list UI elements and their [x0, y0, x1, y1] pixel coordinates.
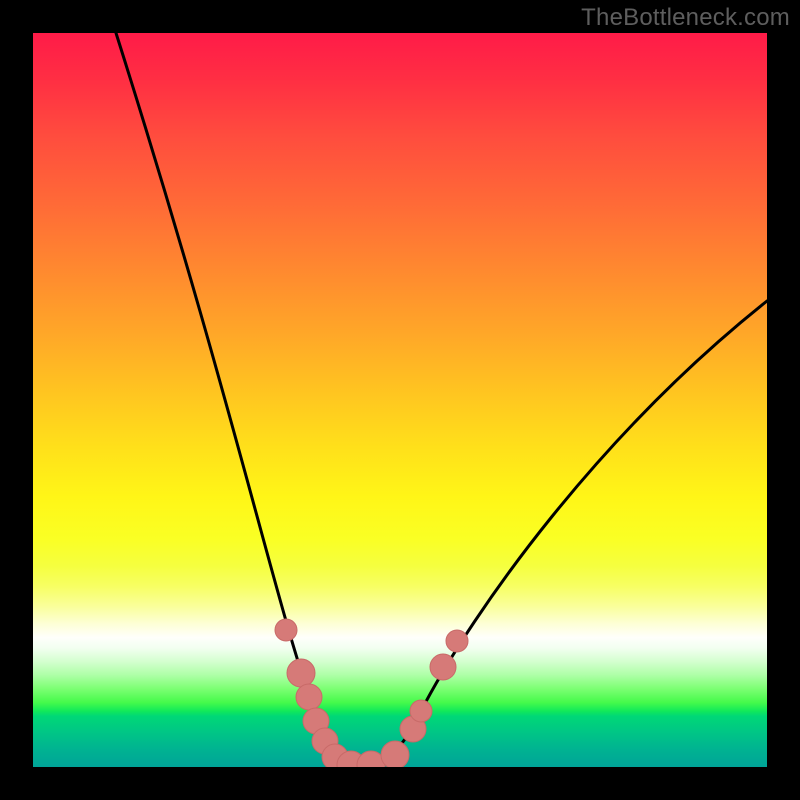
watermark-text: TheBottleneck.com [581, 4, 790, 32]
marker-dot [287, 659, 315, 687]
marker-dot [430, 654, 456, 680]
plot-area [33, 33, 767, 767]
marker-dot [381, 741, 409, 767]
curve-markers [275, 619, 468, 767]
marker-dot [275, 619, 297, 641]
chart-overlay [33, 33, 767, 767]
marker-dot [410, 700, 432, 722]
marker-dot [296, 684, 322, 710]
outer-frame: TheBottleneck.com [0, 0, 800, 800]
marker-dot [446, 630, 468, 652]
